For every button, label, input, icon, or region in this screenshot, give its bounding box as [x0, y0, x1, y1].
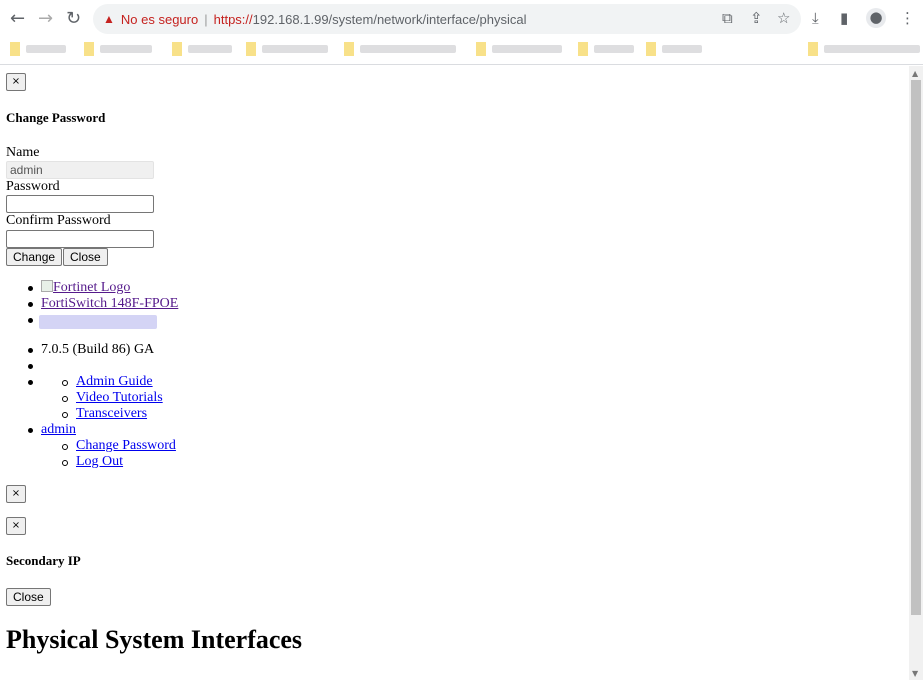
- redacted-bookmark: [360, 45, 456, 53]
- url-text: 192.168.1.99/system/network/interface/ph…: [252, 11, 527, 27]
- back-icon[interactable]: ←: [10, 8, 25, 29]
- close-secondary-ip-x[interactable]: ×: [6, 517, 26, 535]
- bullet: [28, 380, 33, 385]
- security-label[interactable]: No es seguro: [121, 12, 198, 27]
- close-change-password-x[interactable]: ×: [6, 73, 26, 91]
- transceivers-link[interactable]: Transceivers: [76, 406, 147, 422]
- redacted-bookmark: [594, 45, 634, 53]
- folder-icon: [646, 42, 656, 56]
- url-scheme: https://: [213, 11, 253, 27]
- bookmark[interactable]: [10, 42, 66, 56]
- redacted-hostname[interactable]: [39, 315, 157, 329]
- device-link[interactable]: FortiSwitch 148F-FPOE: [41, 296, 178, 312]
- address-bar[interactable]: ▲ No es seguro | https://192.168.1.99/sy…: [93, 4, 801, 34]
- name-label: Name: [6, 145, 40, 160]
- folder-icon: [578, 42, 588, 56]
- scroll-down-icon[interactable]: ▼: [912, 669, 918, 678]
- firmware-version: 7.0.5 (Build 86) GA: [41, 342, 155, 357]
- secondary-ip-title: Secondary IP: [6, 553, 81, 568]
- star-icon[interactable]: ☆: [777, 9, 790, 27]
- fortinet-logo-link[interactable]: Fortinet Logo: [41, 280, 130, 296]
- bullet: [28, 348, 33, 353]
- divider: |: [204, 11, 208, 27]
- password-label: Password: [6, 179, 60, 194]
- scrollbar-thumb[interactable]: [911, 80, 921, 615]
- page-title: Physical System Interfaces: [6, 625, 303, 654]
- folder-icon: [10, 42, 20, 56]
- logo-alt-text: Fortinet Logo: [53, 280, 131, 295]
- browser-chrome: ← → ↻ ▲ No es seguro | https://192.168.1…: [0, 0, 923, 65]
- folder-icon: [808, 42, 818, 56]
- redacted-bookmark: [188, 45, 232, 53]
- bookmark[interactable]: [246, 42, 328, 56]
- translate-icon[interactable]: ⧉: [722, 9, 733, 27]
- close-x-button[interactable]: ×: [6, 485, 26, 503]
- page-content: × Change Password Name Password Confirm …: [0, 66, 909, 680]
- bookmark[interactable]: [808, 42, 920, 56]
- change-password-title: Change Password: [6, 110, 106, 125]
- reload-icon[interactable]: ↻: [66, 8, 81, 29]
- broken-image-icon: [41, 280, 53, 292]
- bookmark[interactable]: [84, 42, 152, 56]
- share-icon[interactable]: ⇪: [750, 9, 763, 27]
- close-button[interactable]: Close: [63, 248, 108, 266]
- redacted-bookmark: [26, 45, 66, 53]
- change-button[interactable]: Change: [6, 248, 63, 266]
- forward-icon[interactable]: →: [38, 8, 53, 29]
- sidebar-icon[interactable]: ▮: [840, 9, 848, 27]
- bullet: [28, 428, 33, 433]
- folder-icon: [84, 42, 94, 56]
- folder-icon: [246, 42, 256, 56]
- log-out-link[interactable]: Log Out: [76, 454, 123, 470]
- redacted-bookmark: [492, 45, 562, 53]
- sub-bullet: [62, 460, 68, 466]
- sub-bullet: [62, 396, 68, 402]
- folder-icon: [476, 42, 486, 56]
- bullet: [28, 364, 33, 369]
- video-tutorials-link[interactable]: Video Tutorials: [76, 390, 163, 406]
- bookmark[interactable]: [344, 42, 456, 56]
- password-field[interactable]: [6, 195, 154, 213]
- redacted-bookmark: [100, 45, 152, 53]
- scroll-up-icon[interactable]: ▲: [912, 69, 918, 78]
- download-icon[interactable]: ⤓: [812, 9, 819, 27]
- warning-icon: ▲: [103, 12, 115, 26]
- redacted-bookmark: [262, 45, 328, 53]
- folder-icon: [172, 42, 182, 56]
- menu-icon[interactable]: ⋮: [900, 9, 915, 27]
- confirm-password-label: Confirm Password: [6, 213, 111, 228]
- change-password-link[interactable]: Change Password: [76, 438, 176, 454]
- folder-icon: [344, 42, 354, 56]
- sub-bullet: [62, 444, 68, 450]
- redacted-bookmark: [662, 45, 702, 53]
- admin-guide-link[interactable]: Admin Guide: [76, 374, 153, 390]
- user-menu-link[interactable]: admin: [41, 422, 76, 438]
- bookmark[interactable]: [476, 42, 562, 56]
- vertical-scrollbar[interactable]: ▲ ▼: [909, 66, 923, 680]
- bookmark[interactable]: [578, 42, 634, 56]
- sub-bullet: [62, 380, 68, 386]
- sub-bullet: [62, 412, 68, 418]
- profile-icon[interactable]: ●: [866, 8, 886, 28]
- bullet: [28, 318, 33, 323]
- redacted-bookmark: [824, 45, 920, 53]
- name-field[interactable]: [6, 161, 154, 179]
- bullet: [28, 286, 33, 291]
- bullet: [28, 302, 33, 307]
- bookmark[interactable]: [646, 42, 702, 56]
- confirm-password-field[interactable]: [6, 230, 154, 248]
- secondary-ip-close-button[interactable]: Close: [6, 588, 51, 606]
- bookmark[interactable]: [172, 42, 232, 56]
